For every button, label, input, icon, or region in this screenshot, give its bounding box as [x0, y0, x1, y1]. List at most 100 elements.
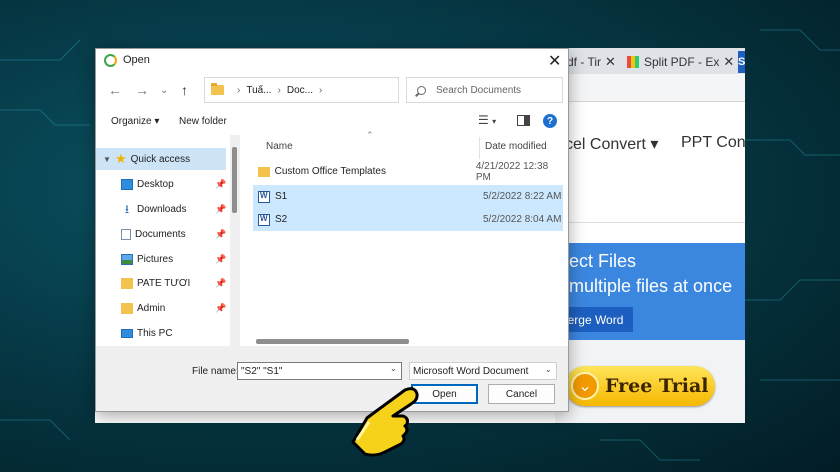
star-icon: ★ [115, 151, 127, 166]
browser-tab-2[interactable]: Split PDF - Ex ✕ [627, 51, 734, 73]
hero-title: ect Files [569, 251, 637, 271]
nav-item-admin[interactable]: Admin 📌 [96, 297, 226, 319]
browser-tab-3[interactable]: S [738, 51, 745, 73]
view-options-icon[interactable]: ☰ ▾ [478, 113, 496, 127]
folder-icon [258, 166, 270, 177]
folder-icon [211, 83, 224, 95]
desktop-icon [121, 178, 133, 190]
navigation-pane: ▼ ★ Quick access Desktop 📌 ⭳ Downloads 📌… [96, 135, 230, 346]
documents-icon [121, 228, 131, 240]
dialog-title: Open [123, 54, 150, 66]
nav-item-this-pc[interactable]: This PC [96, 322, 226, 344]
chevron-down-icon: ⌄ [545, 365, 552, 374]
breadcrumb-item[interactable]: Tuấ... [246, 85, 271, 96]
browser-tab-1[interactable]: df - Tir ✕ [567, 51, 616, 73]
tab-label: Split PDF - Ex [644, 55, 720, 69]
column-divider[interactable] [479, 137, 480, 159]
chevron-right-icon: › [277, 84, 281, 96]
nav-link-ppt-convert[interactable]: PPT Conv [681, 134, 745, 152]
nav-item-label: Admin [137, 302, 166, 314]
nav-item-label: PATE TƯƠI [137, 277, 191, 289]
pin-icon[interactable]: 📌 [215, 278, 226, 289]
tab-label: df - Tir [567, 55, 602, 69]
new-folder-button[interactable]: New folder [179, 116, 227, 127]
word-document-icon [258, 213, 270, 226]
file-name: S1 [275, 191, 288, 202]
close-icon[interactable]: ✕ [723, 54, 734, 70]
nav-link-excel-convert[interactable]: cel Convert ▾ [565, 134, 658, 154]
nav-item-documents[interactable]: Documents 📌 [96, 223, 226, 245]
pin-icon[interactable]: 📌 [215, 303, 226, 314]
scrollbar-thumb[interactable] [232, 147, 237, 213]
file-date: 5/2/2022 8:04 AM [483, 214, 562, 225]
open-file-dialog: Open ✕ ← → ⌄ ↑ › Tuấ... › Doc... › ⌄ ↻ S… [95, 48, 569, 412]
file-row[interactable]: Custom Office Templates 4/21/2022 12:38 … [253, 160, 563, 183]
chevron-down-icon: ▼ [103, 154, 111, 164]
chevron-right-icon: › [319, 84, 323, 96]
preview-pane-icon[interactable] [517, 115, 530, 126]
nav-scrollbar[interactable] [230, 135, 240, 346]
column-header-name[interactable]: Name [266, 141, 293, 152]
sort-ascending-icon: ⌃ [366, 130, 374, 140]
free-trial-label: Free Trial [605, 375, 709, 397]
nav-item-label: This PC [137, 327, 173, 339]
command-toolbar [96, 109, 568, 135]
organize-button[interactable]: Organize ▾ [111, 116, 159, 127]
pictures-icon [121, 253, 133, 265]
file-name-label: File name: [192, 366, 239, 377]
file-name-field[interactable]: "S2" "S1" ⌄ [237, 362, 402, 380]
file-name-value: "S2" "S1" [241, 365, 283, 377]
breadcrumb[interactable]: › Tuấ... › Doc... › ⌄ ↻ [204, 77, 497, 103]
divider [555, 222, 745, 223]
file-row[interactable]: S2 5/2/2022 8:04 AM [253, 208, 563, 231]
word-document-icon [258, 190, 270, 203]
nav-item-downloads[interactable]: ⭳ Downloads 📌 [96, 198, 226, 220]
file-date: 4/21/2022 12:38 PM [475, 160, 549, 183]
file-type-select[interactable]: Microsoft Word Document ⌄ [409, 362, 557, 380]
close-icon[interactable]: ✕ [548, 51, 561, 71]
nav-item-label: Documents [135, 228, 186, 240]
file-name: Custom Office Templates [274, 166, 386, 177]
file-row[interactable]: S1 5/2/2022 8:22 AM [253, 185, 563, 208]
nav-item-quick-access[interactable]: ▼ ★ Quick access [96, 148, 226, 170]
column-header-date[interactable]: Date modified [485, 141, 547, 152]
forward-arrow-icon[interactable]: → [135, 82, 149, 98]
search-input[interactable]: Search Documents [406, 77, 563, 103]
dialog-titlebar [96, 49, 568, 73]
pin-icon[interactable]: 📌 [215, 254, 226, 265]
pointing-hand-cursor-icon [351, 387, 419, 457]
nav-item-pate-tuoi[interactable]: PATE TƯƠI 📌 [96, 272, 226, 294]
cancel-button[interactable]: Cancel [488, 384, 555, 404]
nav-item-desktop[interactable]: Desktop 📌 [96, 173, 226, 195]
file-date: 5/2/2022 8:22 AM [483, 191, 562, 202]
back-arrow-icon[interactable]: ← [108, 82, 122, 98]
search-icon [417, 85, 426, 95]
chevron-down-icon: ⌄ [571, 372, 599, 400]
breadcrumb-item[interactable]: Doc... [287, 85, 313, 96]
pin-icon[interactable]: 📌 [215, 229, 226, 240]
chevron-down-icon[interactable]: ⌄ [390, 364, 397, 373]
app-logo-icon [104, 54, 117, 67]
nav-item-label: Pictures [137, 253, 174, 265]
file-name: S2 [275, 214, 288, 225]
recent-dropdown-icon[interactable]: ⌄ [160, 85, 168, 96]
download-icon: ⭳ [124, 201, 130, 216]
folder-icon [121, 277, 133, 289]
hero-subtitle: multiple files at once [569, 276, 733, 296]
search-placeholder: Search Documents [436, 84, 522, 96]
merge-word-button[interactable]: erge Word [558, 307, 633, 332]
nav-item-pictures[interactable]: Pictures 📌 [96, 248, 226, 270]
horizontal-scrollbar[interactable] [256, 339, 409, 344]
split-pdf-favicon-icon [627, 56, 639, 68]
nav-item-label: Quick access [130, 153, 191, 165]
help-icon[interactable]: ? [543, 114, 557, 128]
nav-item-label: Desktop [137, 178, 174, 190]
pin-icon[interactable]: 📌 [215, 179, 226, 190]
nav-item-label: Downloads [137, 203, 187, 215]
up-arrow-icon[interactable]: ↑ [181, 82, 188, 98]
pin-icon[interactable]: 📌 [215, 204, 226, 215]
monitor-icon [121, 328, 133, 338]
file-type-value: Microsoft Word Document [413, 365, 529, 377]
close-icon[interactable]: ✕ [605, 54, 616, 70]
free-trial-button[interactable]: ⌄ Free Trial [565, 366, 715, 406]
